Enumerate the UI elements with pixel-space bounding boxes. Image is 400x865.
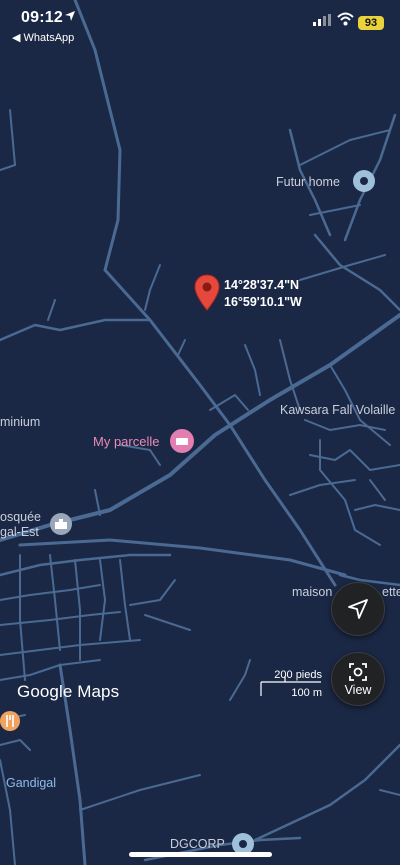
navigate-button[interactable] (331, 582, 385, 636)
place-label-dgcorp[interactable]: DGCORP (170, 837, 225, 851)
wifi-icon (337, 12, 354, 26)
saved-place-pin-icon[interactable] (352, 169, 376, 193)
latitude-text: 14°28'37.4"N (224, 278, 300, 292)
road-diagonal-nw (103, 268, 337, 587)
battery-indicator: 93 (358, 16, 384, 30)
longitude-text: 16°59'10.1"W (224, 295, 302, 309)
view-button-label: View (344, 683, 372, 697)
place-label-mosquee-line2[interactable]: gal-Est (0, 525, 39, 539)
home-indicator[interactable] (129, 852, 272, 857)
place-label-futur-home[interactable]: Futur home (276, 175, 340, 189)
back-to-app-link[interactable]: ◀ WhatsApp (12, 31, 74, 44)
place-label-mosquee-line1[interactable]: osquée (0, 510, 41, 524)
lodging-pin-icon[interactable] (169, 428, 195, 454)
mosque-pin-icon[interactable] (49, 512, 73, 536)
scale-metric: 100 m (291, 687, 322, 699)
navigation-arrow-icon (348, 599, 368, 619)
place-label-minium[interactable]: minium (0, 415, 40, 429)
road-north (93, 48, 122, 272)
google-maps-logo: Google Maps (17, 682, 120, 701)
location-arrow-icon (65, 11, 75, 21)
place-label-gandigal[interactable]: Gandigal (6, 776, 56, 790)
place-label-my-parcelle[interactable]: My parcelle (93, 434, 159, 449)
map-canvas[interactable] (0, 0, 400, 865)
place-label-maison[interactable]: maison (292, 585, 332, 599)
place-label-kawsara[interactable]: Kawsara Fall Volaille (280, 403, 395, 417)
status-bar: 09:12 ◀ WhatsApp 93 (0, 0, 400, 48)
map-scale-bar: 200 pieds 100 m (260, 668, 322, 699)
camera-scan-icon (349, 663, 367, 681)
restaurant-pin-icon[interactable] (0, 710, 22, 734)
view-button[interactable]: View (331, 652, 385, 706)
place-label-maison-end[interactable]: ette (382, 585, 400, 599)
road-east-west (18, 538, 347, 577)
scale-imperial: 200 pieds (274, 669, 322, 681)
red-map-pin-icon[interactable] (194, 274, 220, 312)
cellular-signal-icon (313, 14, 331, 26)
dropped-pin-coordinates: 14°28'37.4"N 16°59'10.1"W (224, 277, 302, 311)
status-time: 09:12 (21, 9, 63, 26)
